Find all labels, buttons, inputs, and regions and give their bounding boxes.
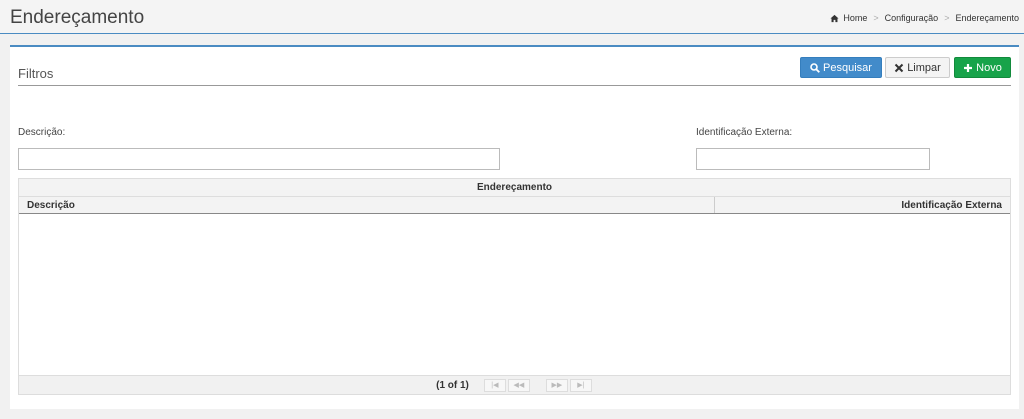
results-table: Endereçamento Descrição Identificação Ex…: [18, 178, 1011, 395]
last-page-button[interactable]: ▶|: [569, 378, 592, 392]
column-header-description[interactable]: Descrição: [19, 197, 715, 213]
search-icon: [810, 62, 820, 73]
table-header: Descrição Identificação Externa: [19, 197, 1010, 214]
filters-panel: Filtros Pesquisar Limpar Novo Descrição:…: [10, 45, 1019, 409]
filters-divider: [18, 85, 1011, 86]
filters-title: Filtros: [18, 66, 54, 81]
column-header-external-id[interactable]: Identificação Externa: [715, 197, 1010, 213]
new-button-label: Novo: [976, 61, 1002, 74]
page-title: Endereçamento: [10, 7, 145, 28]
page-header: Endereçamento Home > Configuração > Ende…: [0, 0, 1024, 34]
clear-button-label: Limpar: [907, 61, 941, 74]
home-icon: [830, 14, 839, 22]
paginator: (1 of 1) |◀ ◀◀ ▶▶ ▶|: [19, 375, 1010, 394]
clear-button[interactable]: Limpar: [885, 57, 950, 78]
new-button[interactable]: Novo: [954, 57, 1011, 78]
search-button-label: Pesquisar: [823, 61, 872, 74]
previous-page-button[interactable]: ◀◀: [507, 378, 530, 392]
page-report: (1 of 1): [436, 379, 469, 391]
description-label: Descrição:: [18, 127, 66, 138]
breadcrumb-separator: >: [944, 13, 950, 23]
table-body: [19, 214, 1010, 376]
first-page-button[interactable]: |◀: [483, 378, 506, 392]
breadcrumb-current: Endereçamento: [955, 13, 1019, 23]
breadcrumb-home[interactable]: Home: [843, 13, 867, 23]
close-icon: [894, 63, 904, 72]
breadcrumb-separator: >: [873, 13, 879, 23]
breadcrumb-configuracao[interactable]: Configuração: [885, 13, 939, 23]
external-id-label: Identificação Externa:: [696, 127, 793, 138]
search-button[interactable]: Pesquisar: [800, 57, 882, 78]
external-id-input[interactable]: [696, 148, 930, 170]
table-caption: Endereçamento: [19, 179, 1010, 197]
next-page-button[interactable]: ▶▶: [545, 378, 568, 392]
plus-icon: [964, 63, 973, 72]
description-input[interactable]: [18, 148, 500, 170]
breadcrumb: Home > Configuração > Endereçamento: [830, 13, 1019, 23]
